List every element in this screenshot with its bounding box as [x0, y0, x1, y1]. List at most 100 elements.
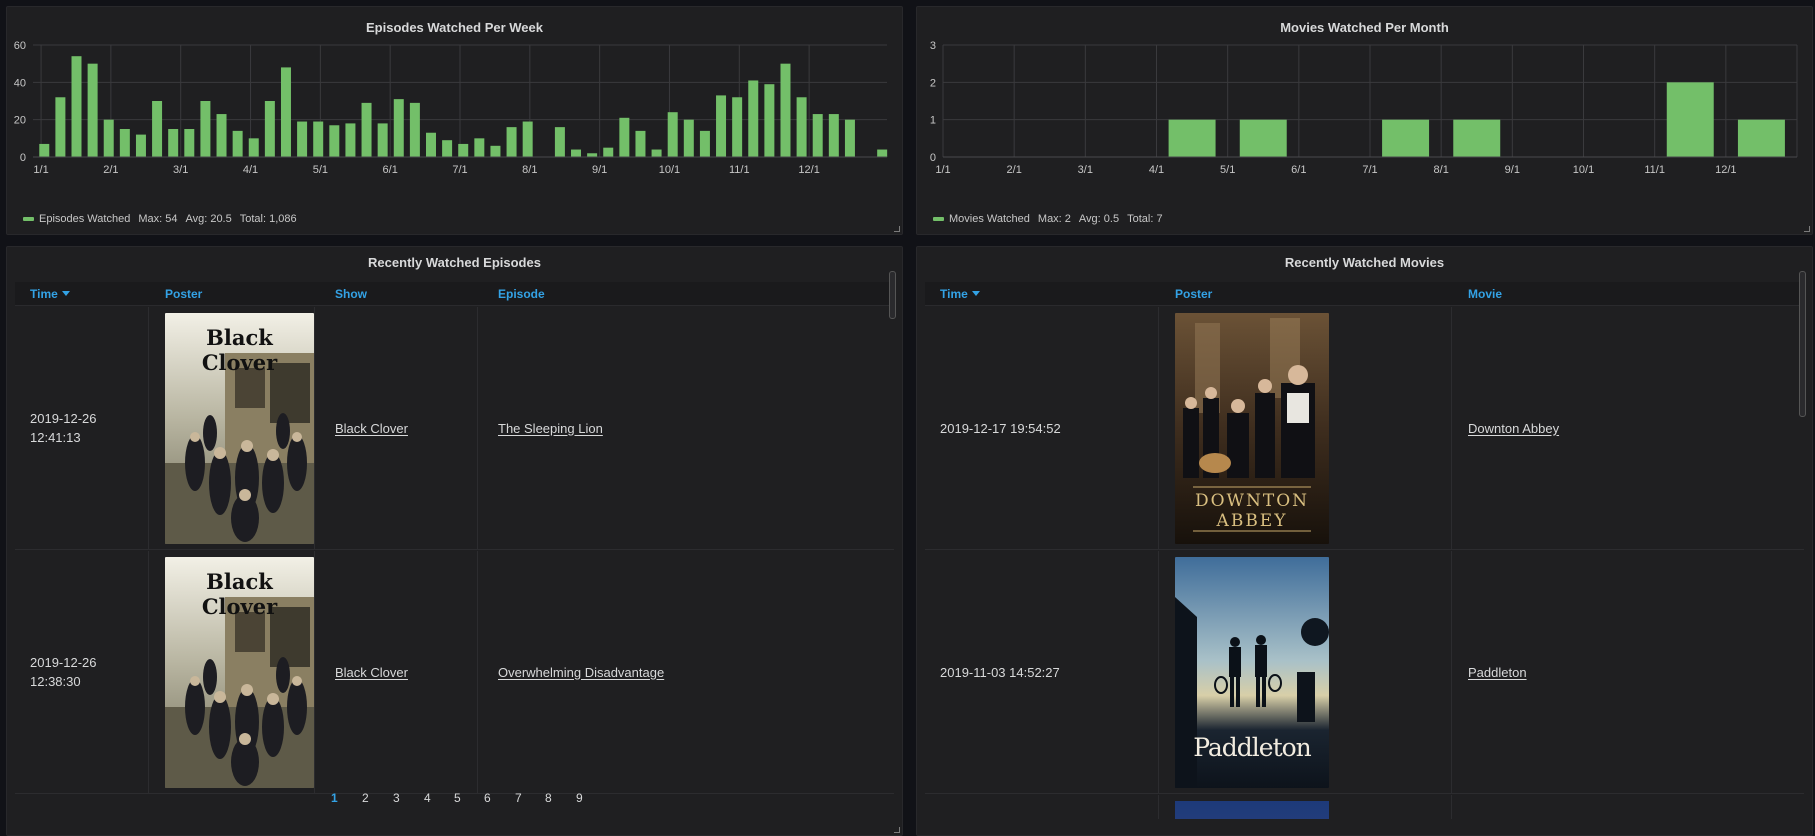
bar: [232, 130, 243, 157]
y-tick-label: 20: [14, 115, 26, 127]
table-row: 2019-11-03 14:52:27 Paddleton Paddleton: [925, 551, 1804, 794]
page-link-6[interactable]: 6: [484, 791, 491, 805]
movies-bar-chart: 0 1 2 3 1/1 2/1 3/1 4/1 5/1 6/1 7/1 8/1 9/1 10/1 11/1 1…: [930, 40, 1798, 176]
bar: [152, 101, 163, 157]
x-tick-label: 5/1: [313, 164, 328, 176]
movie-cell: [1452, 795, 1804, 819]
x-tick-label: 2/1: [103, 164, 118, 176]
page-link-5[interactable]: 5: [454, 791, 461, 805]
movie-link[interactable]: Downton Abbey: [1468, 421, 1559, 436]
bar: [490, 145, 501, 157]
bar: [1168, 119, 1216, 157]
column-header-poster[interactable]: Poster: [1175, 287, 1212, 301]
bar: [393, 99, 404, 157]
bar: [329, 125, 340, 157]
x-tick-label: 10/1: [659, 164, 680, 176]
resize-handle[interactable]: [894, 226, 900, 232]
movie-link[interactable]: Paddleton: [1468, 665, 1527, 680]
bar: [409, 102, 420, 157]
episode-link[interactable]: The Sleeping Lion: [498, 421, 603, 436]
column-header-time[interactable]: Time: [940, 287, 980, 301]
bar: [699, 130, 710, 157]
resize-handle[interactable]: [894, 827, 900, 833]
table-body: 2019-12-17 19:54:52 DOWNTON ABBEY Downto…: [925, 307, 1804, 819]
show-poster-image[interactable]: Black Clover: [165, 556, 314, 788]
movie-poster-image[interactable]: DOWNTON ABBEY: [1175, 312, 1329, 544]
y-tick-label: 2: [930, 77, 936, 89]
table-scrollbar[interactable]: [889, 271, 896, 319]
table-scrollbar[interactable]: [1799, 271, 1806, 417]
x-tick-label: 11/1: [1644, 164, 1665, 176]
column-header-movie[interactable]: Movie: [1468, 287, 1502, 301]
x-tick-label: 7/1: [1362, 164, 1377, 176]
page-link-4[interactable]: 4: [424, 791, 431, 805]
poster-cell: [1159, 795, 1452, 819]
legend-total: Total: 1,086: [239, 213, 297, 225]
y-tick-label: 1: [930, 115, 936, 127]
x-tick-label: 1/1: [935, 164, 950, 176]
x-tick-label: 8/1: [522, 164, 537, 176]
bar: [554, 127, 565, 157]
show-poster-image[interactable]: Black Clover: [165, 312, 314, 544]
table-row: [925, 795, 1804, 819]
page-link-3[interactable]: 3: [393, 791, 400, 805]
bar: [603, 147, 614, 157]
x-tick-label: 7/1: [452, 164, 467, 176]
bar: [345, 123, 356, 157]
bar: [313, 121, 324, 157]
show-link[interactable]: Black Clover: [335, 421, 408, 436]
page-link-8[interactable]: 8: [545, 791, 552, 805]
bar: [474, 138, 485, 157]
bar: [1666, 82, 1714, 157]
y-tick-label: 40: [14, 77, 26, 89]
time-cell: 2019-12-26 12:41:13: [15, 307, 149, 549]
poster-cell: Black Clover: [149, 551, 315, 793]
column-header-poster[interactable]: Poster: [165, 287, 202, 301]
panel-title[interactable]: Recently Watched Movies: [917, 255, 1812, 270]
time-value: 2019-12-26 12:41:13: [30, 409, 97, 447]
page-link-7[interactable]: 7: [515, 791, 522, 805]
poster-title: DOWNTON ABBEY: [1175, 491, 1329, 531]
bar: [619, 117, 630, 157]
show-link[interactable]: Black Clover: [335, 665, 408, 680]
bar: [587, 153, 598, 157]
y-tick-label: 0: [930, 152, 936, 164]
legend-series-name[interactable]: Episodes Watched: [39, 213, 130, 225]
bar: [651, 149, 662, 157]
table-header: Time Poster Movie: [925, 282, 1804, 306]
movie-poster-image[interactable]: [1175, 801, 1329, 819]
sort-desc-icon: [61, 291, 70, 296]
resize-handle[interactable]: [1804, 226, 1810, 232]
bar: [39, 143, 50, 157]
episode-cell: Overwhelming Disadvantage: [478, 551, 894, 793]
page-link-1[interactable]: 1: [331, 791, 338, 805]
time-value: 2019-12-26 12:38:30: [30, 653, 97, 691]
movie-poster-image[interactable]: Paddleton: [1175, 556, 1329, 788]
time-cell: 2019-11-03 14:52:27: [925, 551, 1159, 793]
episode-cell: The Sleeping Lion: [478, 307, 894, 549]
chart-legend[interactable]: Episodes Watched Max: 54 Avg: 20.5 Total…: [23, 213, 297, 225]
x-tick-label: 4/1: [243, 164, 258, 176]
x-tick-label: 11/1: [729, 164, 750, 176]
x-tick-label: 8/1: [1434, 164, 1449, 176]
legend-series-name[interactable]: Movies Watched: [949, 213, 1030, 225]
x-tick-label: 10/1: [1573, 164, 1594, 176]
bar: [683, 119, 694, 157]
legend-swatch: [933, 217, 944, 221]
bar: [1382, 119, 1430, 157]
bar: [877, 149, 888, 157]
table-row: 2019-12-17 19:54:52 DOWNTON ABBEY Downto…: [925, 307, 1804, 550]
episode-link[interactable]: Overwhelming Disadvantage: [498, 665, 664, 680]
episodes-chart-panel: Episodes Watched Per Week 0 20 40 60 1/1 2/1 3…: [6, 6, 903, 235]
movie-cell: Paddleton: [1452, 551, 1804, 793]
bar: [248, 138, 259, 157]
episodes-bar-chart: 0 20 40 60 1/1 2/1 3/1 4/1 5/1 6/1 7/1 8/1 9/1 10/1 11…: [14, 40, 888, 176]
chart-legend[interactable]: Movies Watched Max: 2 Avg: 0.5 Total: 7: [933, 213, 1163, 225]
panel-title[interactable]: Recently Watched Episodes: [7, 255, 902, 270]
page-link-9[interactable]: 9: [576, 791, 583, 805]
column-header-show[interactable]: Show: [335, 287, 367, 301]
poster-cell: Paddleton: [1159, 551, 1452, 793]
page-link-2[interactable]: 2: [362, 791, 369, 805]
column-header-episode[interactable]: Episode: [498, 287, 545, 301]
column-header-time[interactable]: Time: [30, 287, 70, 301]
